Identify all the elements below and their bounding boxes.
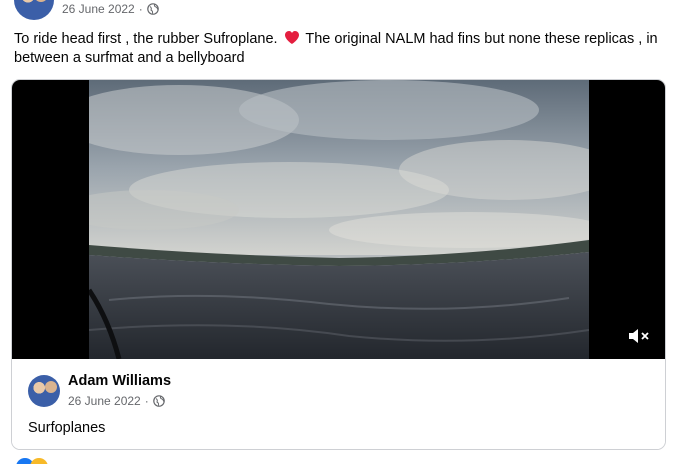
video-scene	[89, 80, 589, 359]
meta-separator: ·	[138, 2, 143, 16]
speaker-muted-icon[interactable]	[627, 326, 651, 346]
globe-icon	[146, 3, 159, 15]
shared-post-caption: Surfoplanes	[28, 420, 106, 436]
facebook-post: 26 June 2022 · To ride head first , the …	[0, 0, 679, 464]
video-player[interactable]	[12, 80, 665, 359]
globe-icon	[152, 395, 165, 407]
post-timestamp[interactable]: 26 June 2022	[62, 2, 135, 16]
heart-icon	[284, 31, 299, 44]
author-avatar[interactable]	[14, 0, 54, 20]
shared-author-avatar[interactable]	[28, 375, 60, 407]
post-text: To ride head first , the rubber Sufropla…	[14, 30, 669, 68]
shared-author-name[interactable]: Adam Williams	[68, 373, 171, 389]
haha-reaction-icon[interactable]	[30, 458, 48, 464]
post-text-part1: To ride head first , the rubber Sufropla…	[14, 31, 278, 47]
shared-post-meta: 26 June 2022 ·	[68, 394, 165, 408]
shared-post-info: Adam Williams 26 June 2022 · Surfoplanes	[12, 359, 665, 449]
shared-post-timestamp[interactable]: 26 June 2022	[68, 394, 141, 408]
post-meta: 26 June 2022 ·	[62, 2, 159, 16]
meta-separator: ·	[144, 394, 149, 408]
shared-post-card[interactable]: Adam Williams 26 June 2022 · Surfoplanes	[11, 79, 666, 450]
video-frame[interactable]	[89, 80, 589, 359]
